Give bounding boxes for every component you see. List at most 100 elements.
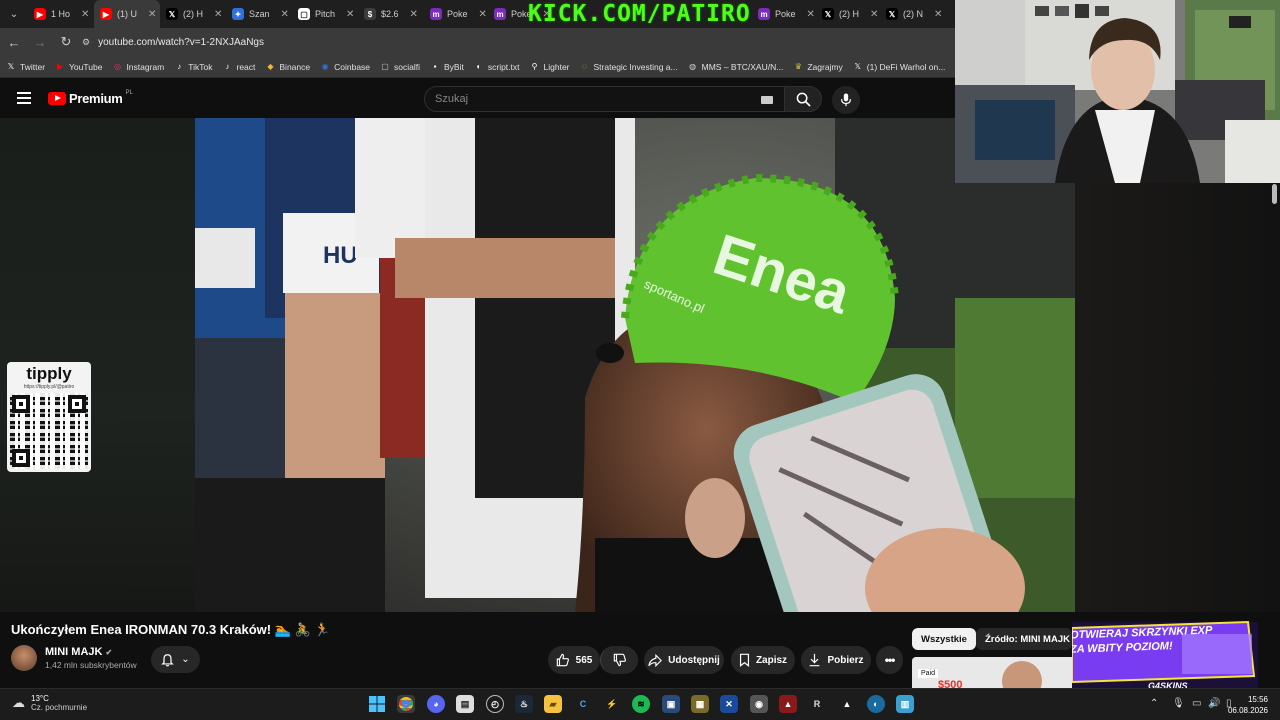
bookmark-item[interactable]: ◉ Coinbase (320, 62, 370, 72)
tab-close-icon[interactable]: ✕ (410, 9, 418, 20)
bookmark-item[interactable]: ◍ MMS – BTC/XAU/N... (688, 62, 783, 72)
chip-all[interactable]: Wszystkie (912, 628, 976, 650)
more-actions-button[interactable]: ••• (876, 646, 903, 674)
bookmark-icon: ♪ (225, 62, 230, 71)
channel-avatar[interactable] (11, 645, 37, 671)
tab-close-icon[interactable]: ✕ (479, 9, 487, 20)
bookmark-icon: ▪ (433, 62, 437, 71)
app-icon-8[interactable]: ◉ (750, 695, 768, 713)
browser-tab[interactable]: ✦ Szan ✕ (226, 0, 292, 28)
app-icon-1[interactable]: ▤ (456, 695, 474, 713)
app-icon-6[interactable]: ▦ (691, 695, 709, 713)
bookmark-item[interactable]: ▢ socialfi (380, 62, 420, 72)
chip-source[interactable]: Źródło: MINI MAJK (976, 628, 1072, 650)
app-icon-7[interactable]: ✕ (720, 695, 738, 713)
tab-close-icon[interactable]: ✕ (214, 9, 222, 20)
app-icon-11[interactable]: ▲ (838, 695, 856, 713)
app-icon-12[interactable]: ◐ (867, 695, 885, 713)
browser-tab[interactable]: m Poke ✕ (752, 0, 816, 28)
app-icon-3[interactable]: C (574, 695, 592, 713)
menu-icon[interactable] (17, 92, 31, 104)
bookmark-item[interactable]: ⚲ Lighter (530, 62, 570, 72)
bookmark-icon: ◌ (582, 62, 587, 71)
weather-widget[interactable]: ☁ 13°C Cz. pochmurnie (12, 694, 87, 712)
voice-search-button[interactable] (832, 86, 860, 114)
bookmark-label: Instagram (126, 61, 165, 72)
share-button[interactable]: Udostępnij (644, 646, 724, 674)
tab-close-icon[interactable]: ✕ (934, 9, 942, 20)
bookmark-item[interactable]: ▶ YouTube (55, 62, 102, 72)
bookmark-item[interactable]: 𝕏 Twitter (6, 62, 45, 72)
clock[interactable]: 15:56 06.08.2026 (1228, 694, 1268, 716)
g4skins-ad-overlay: OTWIERAJ SKRZYNKI EXP ZA WBITY POZIOM! G… (1072, 614, 1258, 694)
bookmark-item[interactable]: ◎ Instagram (112, 62, 164, 72)
spotify-icon[interactable]: ≋ (632, 695, 650, 713)
video-frame[interactable]: HU Enea sportano.pl (195, 118, 1075, 612)
bookmark-label: Twitter (20, 61, 46, 72)
url-field[interactable]: youtube.com/watch?v=1-2NXJAaNgs (98, 37, 264, 48)
app-icon-2[interactable]: ◴ (486, 695, 504, 713)
dislike-button[interactable] (600, 646, 638, 674)
tab-search-button[interactable]: ⌄ (0, 0, 28, 28)
app-icon-13[interactable]: ▥ (896, 695, 914, 713)
start-icon[interactable] (368, 695, 386, 713)
browser-tab[interactable]: m Poke ✕ (424, 0, 488, 28)
bookmark-item[interactable]: ◐ script.txt (474, 62, 519, 72)
bookmark-label: (1) DeFi Warhol on... (866, 61, 946, 72)
volume-icon[interactable]: 🔊 (1208, 698, 1220, 709)
tab-close-icon[interactable]: ✕ (81, 9, 89, 20)
recommended-thumbnail[interactable]: Paid $500 (912, 657, 1072, 688)
app-icon-4[interactable]: ⚡ (603, 695, 621, 713)
subscription-bell-button[interactable]: ⌄ (151, 646, 200, 673)
search-placeholder: Szukaj (435, 93, 469, 105)
bookmark-item[interactable]: ♛ Zagrajmy (793, 62, 843, 72)
bookmark-icon: ◍ (689, 62, 697, 71)
browser-tab[interactable]: ▢ Pitch ✕ (292, 0, 358, 28)
bookmark-item[interactable]: ♪ TikTok (174, 62, 212, 72)
search-input[interactable]: Szukaj (424, 86, 786, 112)
like-button[interactable]: 565 (548, 646, 600, 674)
app-icon-10[interactable]: R (808, 695, 826, 713)
discord-icon[interactable]: ◕ (427, 695, 445, 713)
browser-tab[interactable]: 𝕏 (2) N ✕ (880, 0, 944, 28)
thumbs-down-icon (613, 653, 626, 667)
browser-tab[interactable]: $ $2.6 ✕ (358, 0, 424, 28)
tab-label: Pitch (315, 9, 336, 19)
chrome-icon[interactable] (397, 695, 415, 713)
reload-icon[interactable]: ↻ (54, 30, 78, 54)
steam-icon[interactable]: ♨ (515, 695, 533, 713)
search-button[interactable] (784, 86, 822, 112)
bookmark-item[interactable]: ◆ Binance (265, 62, 310, 72)
tab-close-icon[interactable]: ✕ (148, 9, 156, 20)
browser-tab[interactable]: 𝕏 (2) H ✕ (160, 0, 226, 28)
video-player[interactable]: HU Enea sportano.pl tipply https://tippl… (0, 118, 1280, 612)
browser-tab[interactable]: ▶ (1) U ✕ (94, 0, 160, 28)
stream-overlay-text: KICK.COM/PATIRO (528, 1, 751, 27)
browser-tab[interactable]: 𝕏 (2) H ✕ (816, 0, 880, 28)
bookmark-item[interactable]: 𝕏 (1) DeFi Warhol on... (853, 62, 946, 72)
back-icon[interactable]: ← (2, 30, 26, 54)
tab-close-icon[interactable]: ✕ (870, 9, 878, 20)
save-button[interactable]: Zapisz (731, 646, 795, 674)
site-info-icon[interactable]: ⚙ (82, 37, 90, 48)
bookmark-item[interactable]: ♪ react (222, 62, 255, 72)
tab-close-icon[interactable]: ✕ (807, 9, 815, 20)
microphone-tray-icon[interactable]: 🎙 (1172, 698, 1185, 709)
network-icon[interactable]: ▭ (1192, 698, 1201, 709)
channel-name[interactable]: MINI MAJK ✔ (45, 646, 137, 658)
tab-close-icon[interactable]: ✕ (346, 9, 354, 20)
tab-favicon-doc-icon: ▢ (298, 8, 310, 20)
forward-icon[interactable]: → (28, 30, 52, 54)
youtube-logo[interactable]: Premium PL (48, 90, 133, 106)
bookmark-item[interactable]: ▪ ByBit (430, 62, 464, 72)
page-scrollbar[interactable] (1272, 184, 1277, 204)
browser-tab[interactable]: ▶ 1 Ho ✕ (28, 0, 94, 28)
download-button[interactable]: Pobierz (801, 646, 871, 674)
tab-close-icon[interactable]: ✕ (281, 9, 289, 20)
folder-icon[interactable]: ▰ (544, 695, 562, 713)
tray-chevron-icon[interactable]: ⌃ (1150, 698, 1158, 709)
app-icon-5[interactable]: ▣ (662, 695, 680, 713)
app-icon-9[interactable]: ▲ (779, 695, 797, 713)
keyboard-icon[interactable] (761, 96, 773, 104)
bookmark-item[interactable]: ◌ Strategic Investing a... (580, 62, 678, 72)
